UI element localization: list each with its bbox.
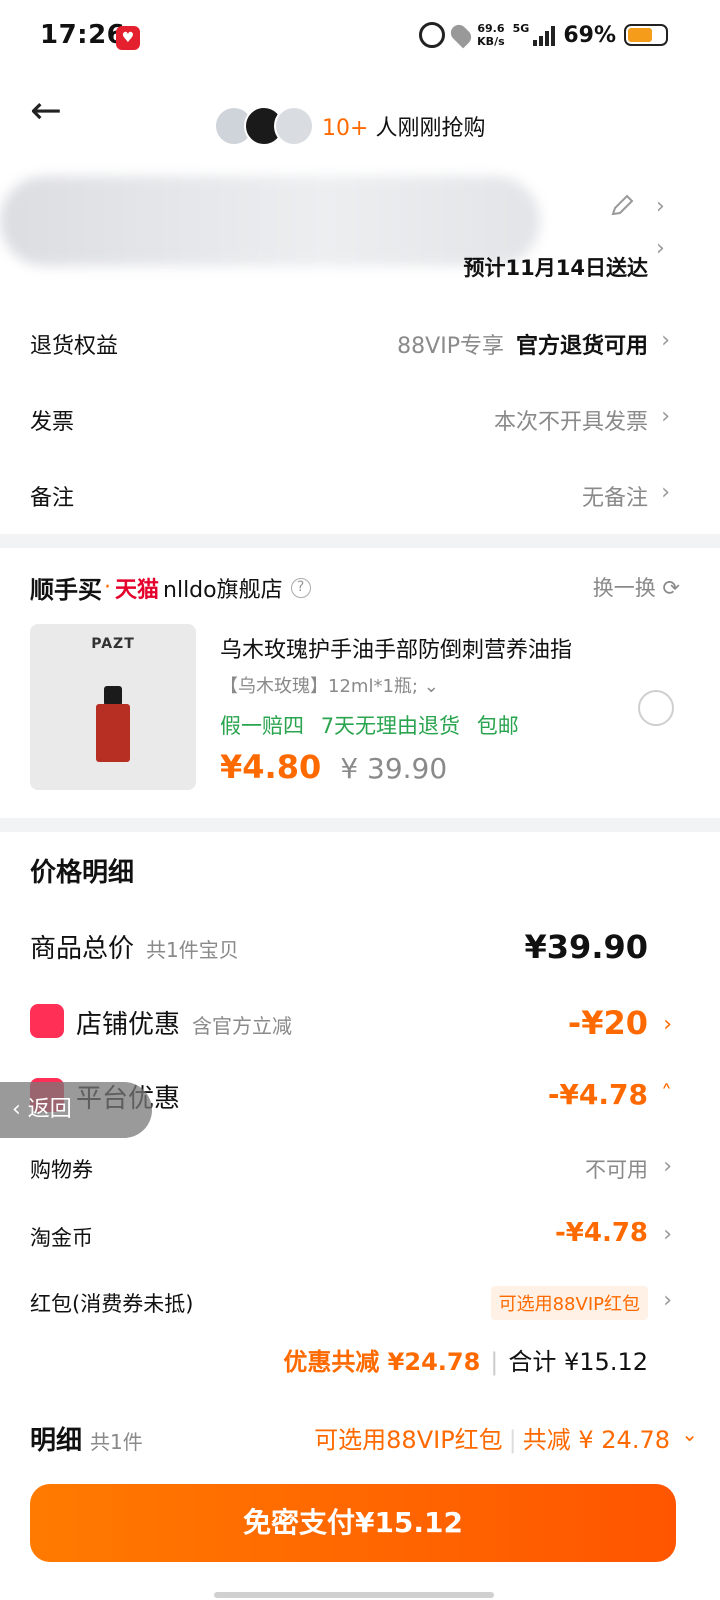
gold-coin-value: -¥4.78	[554, 1218, 648, 1248]
product-tags: 假一赔四 7天无理由退货 包邮	[220, 710, 529, 740]
buyer-avatars	[214, 106, 314, 146]
double-chevron-down-icon: ⌄	[681, 1422, 698, 1446]
signal-icon	[533, 24, 556, 46]
product-spec[interactable]: 【乌木玫瑰】12ml*1瓶; ⌄	[220, 672, 439, 698]
shop-card: 顺手买 · 天猫 nlldo旗舰店 ? 换一换 ⟳ PAZT 乌木玫瑰护手油手部…	[0, 548, 720, 818]
delivery-estimate: 预计11月14日送达	[463, 256, 648, 280]
chevron-right-icon: ›	[663, 1288, 672, 1313]
status-bar: 17:26 ♥ 69.6 KB/s 5G 69%	[0, 0, 720, 76]
product-title[interactable]: 乌木玫瑰护手油手部防倒刺营养油指	[220, 632, 572, 664]
network-type: 5G	[512, 22, 530, 35]
chevron-right-icon: ›	[663, 1222, 672, 1247]
alarm-icon	[419, 22, 446, 48]
location-icon	[447, 21, 475, 49]
home-indicator	[214, 1592, 494, 1598]
invoice-row[interactable]: 发票 本次不开具发票 ›	[0, 382, 720, 458]
coupon-value: 不可用	[585, 1158, 648, 1182]
select-radio[interactable]	[638, 690, 674, 726]
price-summary: 优惠共减 ¥24.78 | 合计 ¥15.12	[283, 1342, 648, 1377]
shunshoumai-logo: 顺手买	[30, 576, 102, 604]
row-value: 无备注	[581, 486, 648, 511]
chevron-down-icon: ⌄	[423, 676, 439, 697]
tag: 假一赔四	[220, 714, 304, 738]
chevron-up-icon: ˄	[661, 1082, 672, 1107]
current-price: ¥4.80	[220, 748, 322, 786]
tmall-logo: 天猫	[115, 577, 160, 603]
pay-button[interactable]: 免密支付¥15.12	[30, 1484, 676, 1562]
red-packet-label: 红包(消费券未抵)	[30, 1292, 194, 1316]
coupon-label: 购物券	[30, 1158, 93, 1182]
row-label: 退货权益	[30, 334, 119, 359]
product-brand: PAZT	[91, 636, 135, 652]
battery-icon	[624, 24, 668, 46]
order-options: 退货权益 88VIP专享 官方退货可用 › 发票 本次不开具发票 › 备注 无备注…	[0, 288, 720, 534]
row-value: 88VIP专享 官方退货可用	[397, 334, 648, 359]
summary-bar[interactable]: 明细 共1件 可选用88VIP红包 | 共减 ¥ 24.78 ⌄	[30, 1420, 698, 1460]
recent-buyers-text: 10+ 人刚刚抢购	[322, 116, 486, 141]
price-detail: 价格明细 商品总价共1件宝贝 ¥39.90 店铺优惠含官方立减 -¥20 › 平…	[0, 832, 720, 1600]
discount-total: 优惠共减 ¥24.78	[283, 1348, 481, 1376]
detail-toggle: 明细 共1件	[30, 1426, 143, 1456]
shop-title[interactable]: 顺手买 · 天猫 nlldo旗舰店 ?	[30, 570, 311, 605]
grand-total: 合计 ¥15.12	[508, 1348, 648, 1376]
original-price: ¥ 39.90	[340, 752, 448, 785]
row-value: 本次不开具发票	[493, 410, 648, 435]
swap-button[interactable]: 换一换 ⟳	[593, 572, 680, 602]
edit-icon[interactable]	[608, 192, 636, 220]
shop-name: nlldo旗舰店	[163, 577, 283, 603]
battery-percent: 69%	[563, 22, 616, 48]
chevron-right-icon: ›	[656, 194, 665, 219]
shop-discount-label: 店铺优惠 含官方立减	[76, 1010, 293, 1040]
address-section[interactable]: › › 预计11月14日送达	[0, 166, 720, 288]
separator-dot: ·	[104, 575, 111, 600]
chevron-right-icon: ›	[663, 1154, 672, 1179]
app-notification-icon: ♥	[116, 26, 140, 50]
chevron-right-icon: ›	[663, 1012, 672, 1037]
chevron-right-icon: ›	[661, 480, 670, 505]
blurred-address	[0, 176, 540, 266]
page-header: ← 10+ 人刚刚抢购	[0, 76, 720, 166]
tag: 7天无理由退货	[320, 714, 461, 738]
shop-discount-value: -¥20	[567, 1004, 648, 1042]
refresh-icon: ⟳	[662, 576, 680, 600]
savings-info: 可选用88VIP红包 | 共减 ¥ 24.78	[314, 1426, 670, 1454]
bottle-body	[96, 704, 130, 762]
help-icon[interactable]: ?	[290, 577, 311, 598]
return-benefit-row[interactable]: 退货权益 88VIP专享 官方退货可用 ›	[0, 306, 720, 382]
divider: |	[490, 1348, 499, 1376]
platform-discount-value: -¥4.78	[547, 1078, 648, 1111]
remark-row[interactable]: 备注 无备注 ›	[0, 458, 720, 534]
vip-red-packet-tag[interactable]: 可选用88VIP红包	[490, 1286, 648, 1320]
total-label: 商品总价 共1件宝贝	[30, 934, 239, 964]
bottle-cap	[104, 686, 122, 706]
price-detail-title: 价格明细	[30, 858, 135, 888]
product-price: ¥4.80 ¥ 39.90	[220, 748, 447, 786]
back-arrow-icon[interactable]: ←	[30, 90, 70, 130]
network-speed: 69.6 KB/s	[477, 22, 505, 48]
clock: 17:26	[40, 20, 126, 50]
chevron-right-icon: ›	[661, 328, 670, 353]
chevron-right-icon: ›	[656, 236, 665, 261]
tag: 包邮	[476, 714, 519, 738]
avatar	[274, 106, 314, 146]
gold-coin-label: 淘金币	[30, 1226, 93, 1250]
floating-back-button[interactable]: ‹ 返回	[0, 1082, 152, 1138]
shop-icon	[30, 1004, 64, 1038]
total-value: ¥39.90	[524, 928, 648, 966]
product-image[interactable]: PAZT	[30, 624, 196, 790]
row-label: 发票	[30, 410, 75, 435]
row-label: 备注	[30, 486, 75, 511]
chevron-right-icon: ›	[661, 404, 670, 429]
